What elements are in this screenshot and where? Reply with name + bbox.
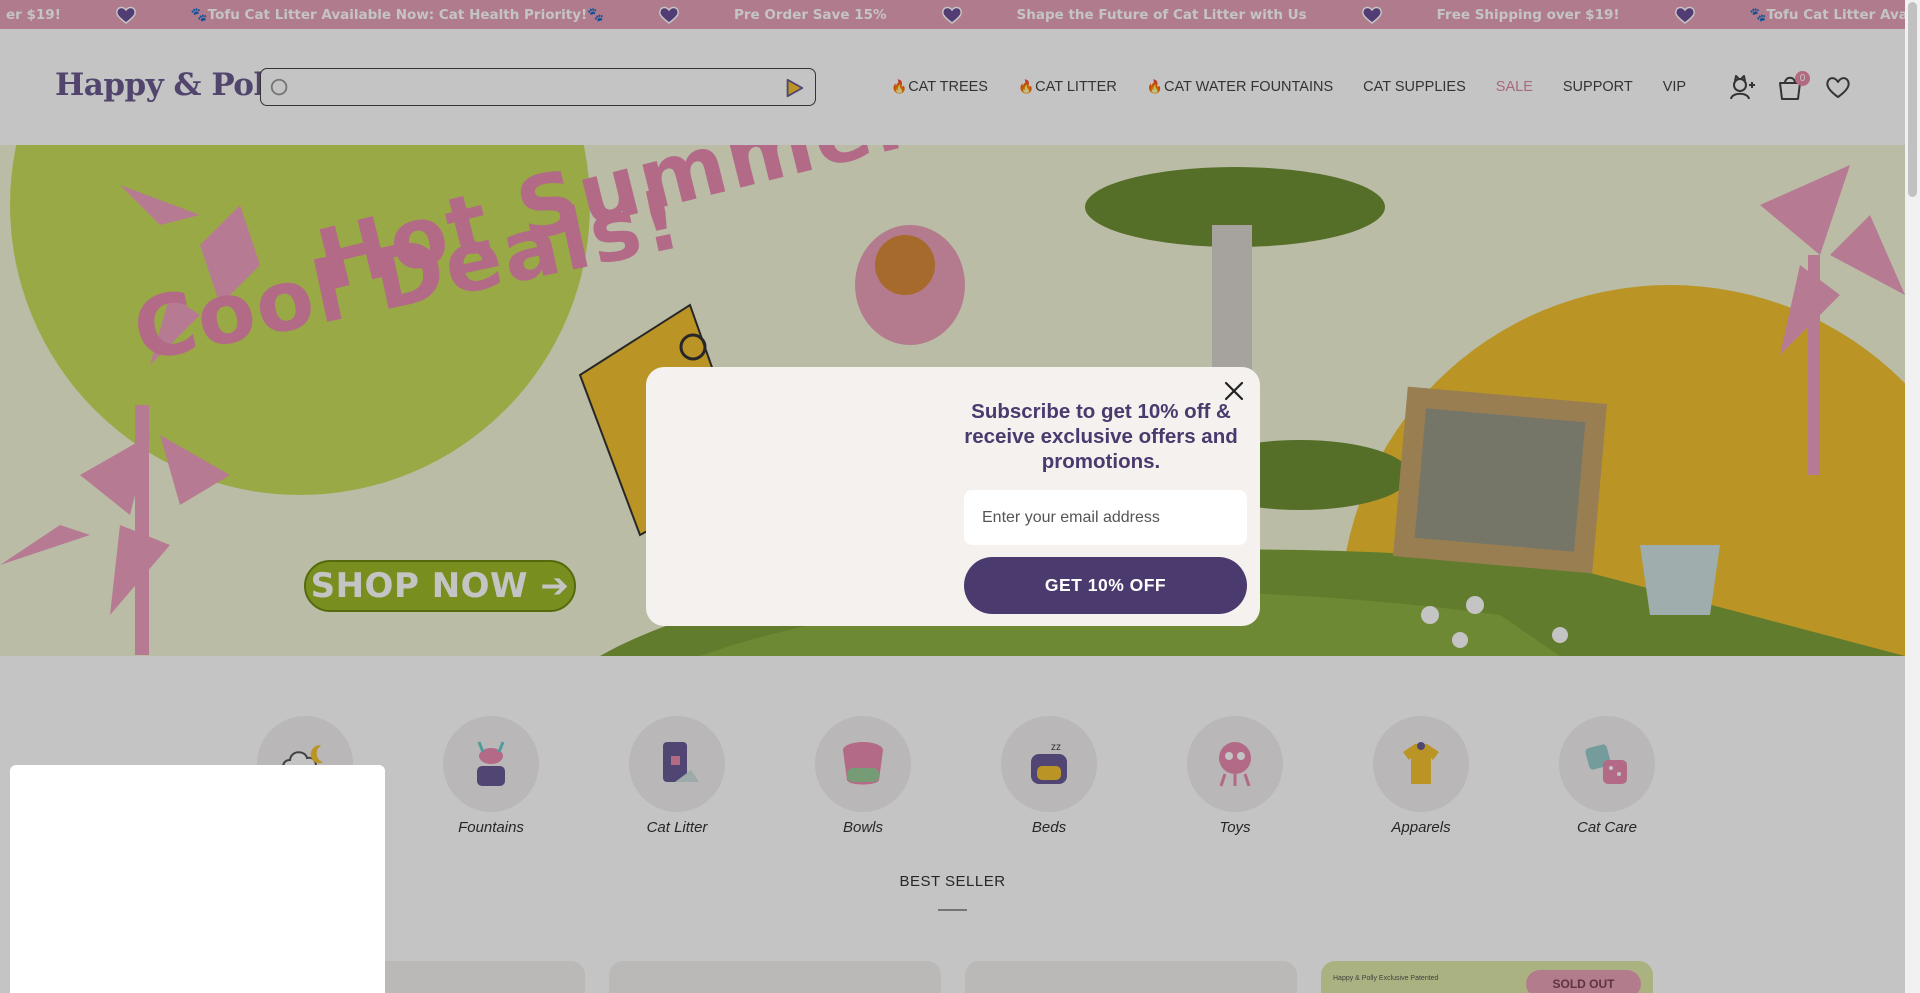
subscribe-modal: Subscribe to get 10% off & receive exclu…	[646, 367, 1260, 626]
email-field[interactable]	[964, 490, 1247, 545]
scrollbar-thumb[interactable]	[1908, 2, 1917, 197]
page-scrollbar[interactable]	[1905, 0, 1920, 993]
side-widget-panel	[10, 765, 385, 993]
subscribe-title: Subscribe to get 10% off & receive exclu…	[964, 400, 1238, 473]
get-discount-button[interactable]: GET 10% OFF	[964, 557, 1247, 614]
